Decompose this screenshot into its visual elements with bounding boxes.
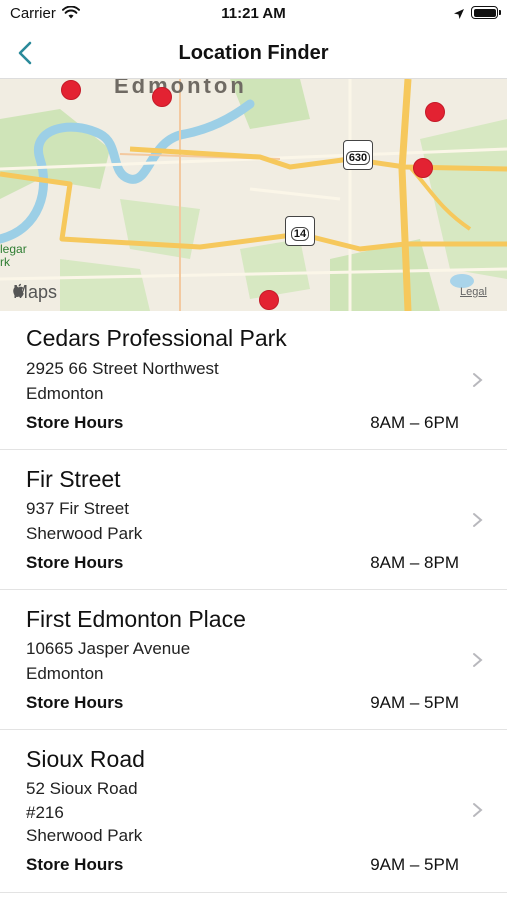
chevron-right-icon	[473, 373, 483, 387]
store-address-line: Edmonton	[26, 664, 104, 683]
store-name: First Edmonton Place	[26, 606, 246, 632]
store-hours-value: 9AM – 5PM	[370, 693, 459, 712]
store-pin[interactable]	[152, 87, 172, 107]
page-title: Location Finder	[178, 42, 329, 64]
store-hours-value: 8AM – 6PM	[370, 413, 459, 432]
store-address-line: 10665 Jasper Avenue	[26, 639, 191, 658]
chevron-right-icon	[473, 803, 483, 817]
status-bar: Carrier 11:21 AM	[0, 0, 507, 30]
map-city-label: Edmonton	[114, 78, 247, 98]
store-pin[interactable]	[413, 158, 433, 178]
highway-number: 630	[345, 151, 371, 165]
store-name: Cedars Professional Park	[26, 325, 287, 351]
store-row-first-edmonton-place[interactable]: First Edmonton Place 10665 Jasper Avenue…	[0, 590, 507, 730]
store-name: Fir Street	[26, 466, 121, 492]
store-address-line: #216	[26, 803, 64, 822]
store-hours-value: 8AM – 8PM	[370, 553, 459, 572]
store-pin[interactable]	[259, 290, 279, 310]
store-address-line: 52 Sioux Road	[26, 779, 138, 798]
highway-shield-14: 14	[285, 216, 315, 246]
store-address-line: Edmonton	[26, 384, 104, 403]
store-hours-label: Store Hours	[26, 693, 124, 712]
store-address-line: 2925 66 Street Northwest	[26, 359, 219, 378]
store-pin[interactable]	[61, 80, 81, 100]
store-name: Sioux Road	[26, 746, 145, 772]
store-pin[interactable]	[425, 102, 445, 122]
battery-icon	[471, 6, 498, 19]
store-row-cedars[interactable]: Cedars Professional Park 2925 66 Street …	[0, 310, 507, 450]
clock: 11:21 AM	[221, 5, 286, 22]
apple-maps-logo: Maps	[12, 282, 57, 303]
park-label-line-2: rk	[0, 255, 10, 269]
store-address-line: Sherwood Park	[26, 826, 143, 845]
battery-nub	[499, 10, 501, 15]
location-arrow-icon	[453, 7, 465, 25]
map-park-label: legar rk	[0, 243, 27, 269]
map-legal-link[interactable]: Legal	[460, 286, 487, 298]
store-row-fir-street[interactable]: Fir Street 937 Fir Street Sherwood Park …	[0, 450, 507, 590]
navigation-bar: Location Finder	[0, 30, 507, 78]
store-address-line: Sherwood Park	[26, 524, 143, 543]
highway-number: 14	[290, 227, 310, 241]
store-hours-label: Store Hours	[26, 413, 124, 432]
highway-shield-630: 630	[343, 140, 373, 170]
chevron-right-icon	[473, 513, 483, 527]
chevron-right-icon	[473, 653, 483, 667]
store-row-sioux-road[interactable]: Sioux Road 52 Sioux Road #216 Sherwood P…	[0, 730, 507, 893]
store-hours-label: Store Hours	[26, 855, 124, 874]
store-map[interactable]: Edmonton legar rk 630 14 Maps Legal	[0, 78, 507, 311]
store-hours-value: 9AM – 5PM	[370, 855, 459, 874]
store-hours-label: Store Hours	[26, 553, 124, 572]
store-list: Cedars Professional Park 2925 66 Street …	[0, 310, 507, 893]
store-address-line: 937 Fir Street	[26, 499, 129, 518]
